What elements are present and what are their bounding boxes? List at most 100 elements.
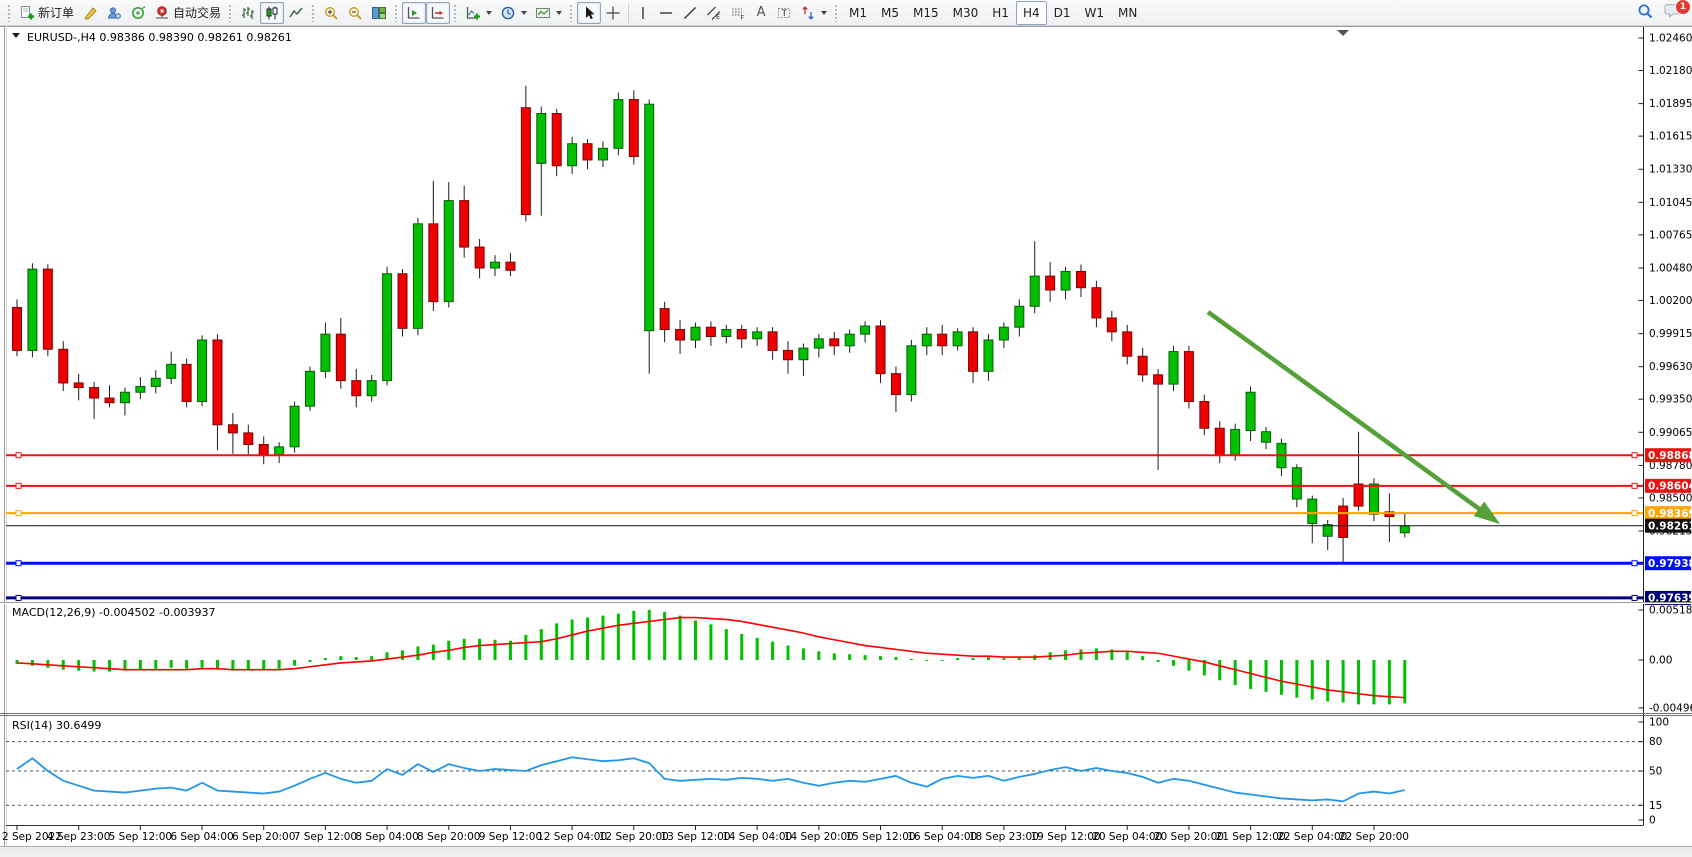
chart-wizard-button[interactable] xyxy=(78,2,102,24)
hline-handle-right[interactable] xyxy=(1632,561,1637,566)
toolbar-grip[interactable] xyxy=(311,4,316,22)
macd-axis-label: 0.005183 xyxy=(1649,604,1692,616)
trendline-button[interactable] xyxy=(678,2,702,24)
templates-icon xyxy=(535,5,551,21)
chart-area[interactable]: 1.024601.021801.018951.016151.013301.010… xyxy=(0,26,1692,853)
svg-text:0.98261: 0.98261 xyxy=(1648,520,1692,532)
arrows-dropdown-caret xyxy=(821,11,827,15)
bar-chart-button[interactable] xyxy=(236,2,260,24)
tile-windows-icon xyxy=(371,5,387,21)
horizontal-line-button[interactable] xyxy=(654,2,678,24)
hline-handle-left[interactable] xyxy=(16,561,21,566)
cursor-icon xyxy=(581,5,597,21)
chart-wizard-icon xyxy=(82,5,98,21)
hline-handle-left[interactable] xyxy=(16,595,21,600)
alerts-button[interactable] xyxy=(126,2,150,24)
autotrading-button[interactable]: 自动交易 xyxy=(150,2,225,24)
chart-window[interactable]: 1.024601.021801.018951.016151.013301.010… xyxy=(0,26,1692,853)
channel-button[interactable]: E xyxy=(702,2,726,24)
line-chart-icon xyxy=(288,5,304,21)
crosshair-button[interactable] xyxy=(601,2,625,24)
indicators-dropdown-caret xyxy=(486,11,492,15)
arrows-button[interactable] xyxy=(796,2,831,24)
text-button[interactable]: A xyxy=(750,2,772,24)
svg-text:0.97938: 0.97938 xyxy=(1648,558,1692,570)
chart-title: EURUSD-,H4 0.98386 0.98390 0.98261 0.982… xyxy=(27,31,292,44)
text-icon: A xyxy=(757,6,766,19)
fibonacci-button[interactable]: F xyxy=(726,2,750,24)
profiles-button[interactable] xyxy=(102,2,126,24)
main-toolbar: 新订单 自动交易 xyxy=(0,0,1692,26)
indicators-icon xyxy=(465,5,481,21)
zoom-in-button[interactable] xyxy=(319,2,343,24)
timeframe-m1[interactable]: M1 xyxy=(842,1,874,25)
zoom-out-button[interactable] xyxy=(343,2,367,24)
hline-handle-right[interactable] xyxy=(1632,483,1637,488)
svg-text:0.98369: 0.98369 xyxy=(1648,508,1692,520)
svg-text:F: F xyxy=(741,13,745,21)
price-tick-label: 1.00200 xyxy=(1649,295,1692,307)
line-chart-button[interactable] xyxy=(284,2,308,24)
toolbar-grip[interactable] xyxy=(834,4,839,22)
time-tick-label: 22 Sep 20:00 xyxy=(1339,831,1409,843)
hline-handle-right[interactable] xyxy=(1632,453,1637,458)
price-tick-label: 1.02460 xyxy=(1649,33,1692,45)
timeframe-mn[interactable]: MN xyxy=(1111,1,1144,25)
timeframe-m15[interactable]: M15 xyxy=(906,1,946,25)
time-tick-label: 9 Sep 12:00 xyxy=(479,831,542,843)
profiles-icon xyxy=(106,5,122,21)
timeframe-h4[interactable]: H4 xyxy=(1016,1,1047,25)
auto-scroll-icon xyxy=(406,5,422,21)
svg-text:E: E xyxy=(716,13,720,21)
crosshair-icon xyxy=(605,5,621,21)
svg-text:T: T xyxy=(781,9,788,19)
chart-shift-button[interactable] xyxy=(426,2,450,24)
bar-chart-icon xyxy=(240,5,256,21)
new-order-label: 新订单 xyxy=(38,4,74,21)
toolbar-grip[interactable] xyxy=(228,4,233,22)
cursor-button[interactable] xyxy=(577,2,601,24)
price-tick-label: 0.98500 xyxy=(1649,492,1692,504)
tile-windows-button[interactable] xyxy=(367,2,391,24)
vertical-line-button[interactable] xyxy=(632,2,654,24)
price-tick-label: 1.01615 xyxy=(1649,131,1692,143)
periods-button[interactable] xyxy=(496,2,531,24)
autotrading-label: 自动交易 xyxy=(173,4,221,21)
timeframe-h1[interactable]: H1 xyxy=(985,1,1016,25)
toolbar-grip[interactable] xyxy=(7,4,12,22)
hline-handle-left[interactable] xyxy=(16,483,21,488)
label-button[interactable]: T xyxy=(772,2,796,24)
templates-button[interactable] xyxy=(531,2,566,24)
time-tick-label: 22 Sep 04:00 xyxy=(1277,831,1347,843)
alerts-icon xyxy=(130,5,146,21)
toolbar-grip[interactable] xyxy=(453,4,458,22)
toolbar-grip[interactable] xyxy=(569,4,574,22)
hline-handle-left[interactable] xyxy=(16,511,21,516)
hline-handle-left[interactable] xyxy=(16,453,21,458)
timeframe-m5[interactable]: M5 xyxy=(874,1,906,25)
time-tick-label: 12 Sep 20:00 xyxy=(599,831,669,843)
time-tick-label: 16 Sep 04:00 xyxy=(907,831,977,843)
fibonacci-icon: F xyxy=(730,5,746,21)
new-order-button[interactable]: 新订单 xyxy=(15,2,78,24)
arrows-icon xyxy=(800,5,816,21)
timeframe-m30[interactable]: M30 xyxy=(946,1,986,25)
auto-scroll-button[interactable] xyxy=(402,2,426,24)
time-tick-label: 20 Sep 20:00 xyxy=(1154,831,1224,843)
notification-badge: 1 xyxy=(1675,0,1691,15)
timeframe-d1[interactable]: D1 xyxy=(1047,1,1078,25)
macd-axis-label: -0.004963 xyxy=(1649,702,1692,714)
toolbar-grip[interactable] xyxy=(394,4,399,22)
indicators-button[interactable] xyxy=(461,2,496,24)
hline-handle-right[interactable] xyxy=(1632,595,1637,600)
label-icon: T xyxy=(776,5,792,21)
search-icon[interactable] xyxy=(1636,2,1654,24)
hline-handle-right[interactable] xyxy=(1632,511,1637,516)
rsi-axis-label: 100 xyxy=(1649,717,1669,729)
svg-text:0.98604: 0.98604 xyxy=(1648,481,1692,493)
time-tick-label: 14 Sep 04:00 xyxy=(722,831,792,843)
timeframe-w1[interactable]: W1 xyxy=(1078,1,1112,25)
chat-button[interactable]: 1 xyxy=(1664,2,1684,24)
time-tick-label: 19 Sep 12:00 xyxy=(1031,831,1101,843)
candlestick-chart-button[interactable] xyxy=(260,2,284,24)
